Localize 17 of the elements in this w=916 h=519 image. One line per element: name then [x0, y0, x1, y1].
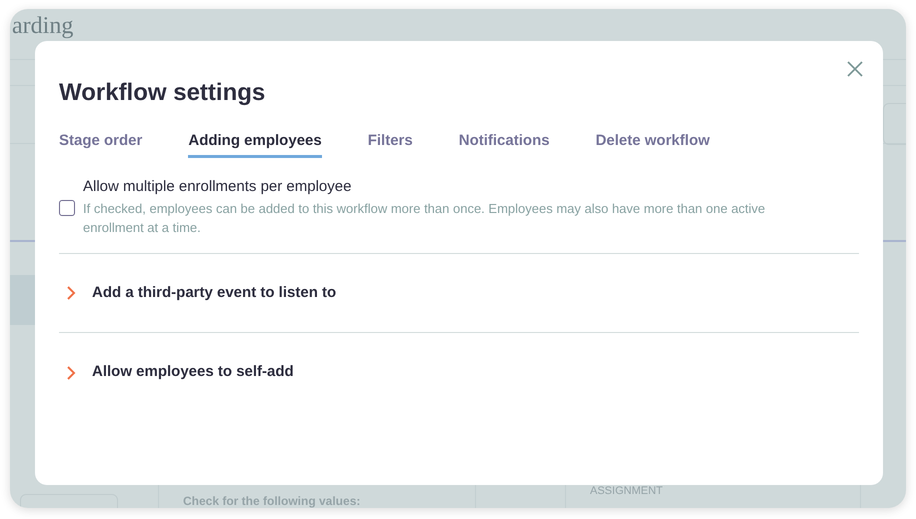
assignment-label: ASSIGNMENT [590, 485, 664, 498]
checkbox[interactable] [59, 200, 75, 216]
tab[interactable]: Notifications [458, 132, 550, 158]
tab[interactable]: Adding employees [188, 132, 322, 158]
close-icon[interactable] [847, 61, 863, 77]
tab[interactable]: Filters [368, 132, 413, 158]
tab[interactable]: Stage order [59, 132, 142, 158]
accordion-header[interactable]: Add a third-party event to listen to [59, 282, 336, 304]
tab[interactable]: Delete workflow [596, 132, 710, 158]
page-title: arding [12, 13, 74, 39]
accordion-header[interactable]: Allow employees to self-add [59, 361, 294, 384]
help-text: If checked, employees can be added to this workflow more than once. Employees may also have more than one active enrollment at a time. [83, 200, 766, 237]
chevron-icon [66, 364, 76, 380]
checkbox-label: Allow multiple enrollments per employee [83, 177, 352, 197]
chevron-icon [66, 285, 76, 301]
filter-card-text: Check for the following values: [183, 493, 362, 508]
dialog-title: Workflow settings [59, 79, 266, 107]
